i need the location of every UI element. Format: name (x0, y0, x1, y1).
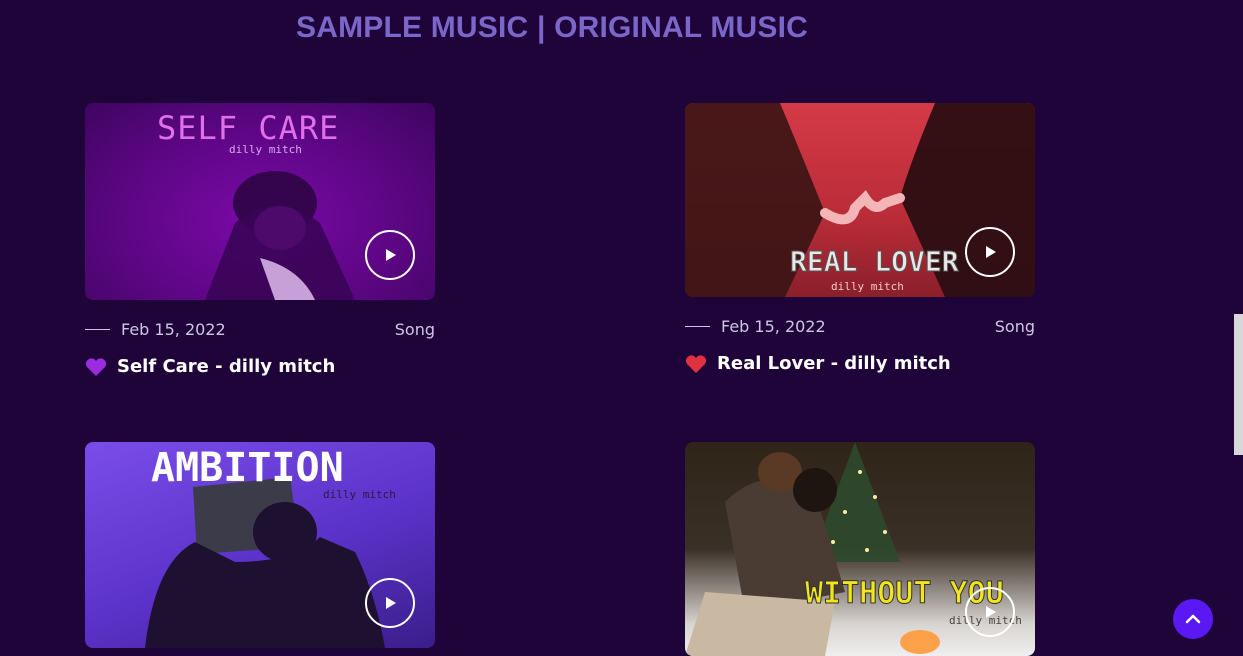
post-thumbnail[interactable]: WITHOUT YOU dilly mitch (685, 442, 1035, 656)
purple-heart-icon (85, 357, 107, 377)
play-button[interactable] (365, 230, 415, 280)
post-category[interactable]: Song (995, 317, 1035, 336)
post-card-without-you: WITHOUT YOU dilly mitch (685, 442, 1035, 656)
post-title: Self Care - dilly mitch (117, 356, 336, 377)
post-thumbnail[interactable]: AMBITION dilly mitch (85, 442, 435, 648)
play-button[interactable] (965, 587, 1015, 637)
artwork-subtitle: dilly mitch (831, 280, 904, 293)
artwork-title: REAL LOVER (790, 245, 960, 279)
page-heading: SAMPLE MUSIC | ORIGINAL MUSIC (296, 11, 808, 44)
post-card-real-lover: REAL LOVER dilly mitch Feb 15, 2022 Song… (685, 103, 1035, 374)
post-title: Real Lover - dilly mitch (717, 353, 951, 374)
divider-line (85, 329, 110, 330)
post-title-link[interactable]: Real Lover - dilly mitch (685, 353, 1035, 374)
post-title-link[interactable]: Self Care - dilly mitch (85, 356, 435, 377)
play-icon (386, 597, 396, 609)
play-icon (386, 249, 396, 261)
play-button[interactable] (365, 578, 415, 628)
scrollbar-thumb[interactable] (1234, 314, 1243, 455)
post-category[interactable]: Song (395, 320, 435, 339)
divider-line (685, 326, 710, 327)
post-date: Feb 15, 2022 (121, 320, 226, 339)
post-meta: Feb 15, 2022 Song (85, 320, 435, 339)
post-card-self-care: SELF CARE dilly mitch Feb 15, 2022 Song … (85, 103, 435, 377)
post-card-ambition: AMBITION dilly mitch (85, 442, 435, 648)
chevron-up-icon (1185, 614, 1201, 624)
post-thumbnail[interactable]: SELF CARE dilly mitch (85, 103, 435, 300)
artwork-title: SELF CARE (157, 109, 340, 147)
scroll-to-top-button[interactable] (1173, 599, 1213, 639)
post-thumbnail[interactable]: REAL LOVER dilly mitch (685, 103, 1035, 297)
post-meta: Feb 15, 2022 Song (685, 317, 1035, 336)
red-heart-icon (685, 354, 707, 374)
artwork-subtitle: dilly mitch (229, 143, 302, 156)
artwork-title: AMBITION (151, 445, 344, 491)
play-icon (986, 246, 996, 258)
post-date: Feb 15, 2022 (721, 317, 826, 336)
artwork-subtitle: dilly mitch (323, 488, 396, 501)
play-button[interactable] (965, 227, 1015, 277)
play-icon (986, 606, 996, 618)
